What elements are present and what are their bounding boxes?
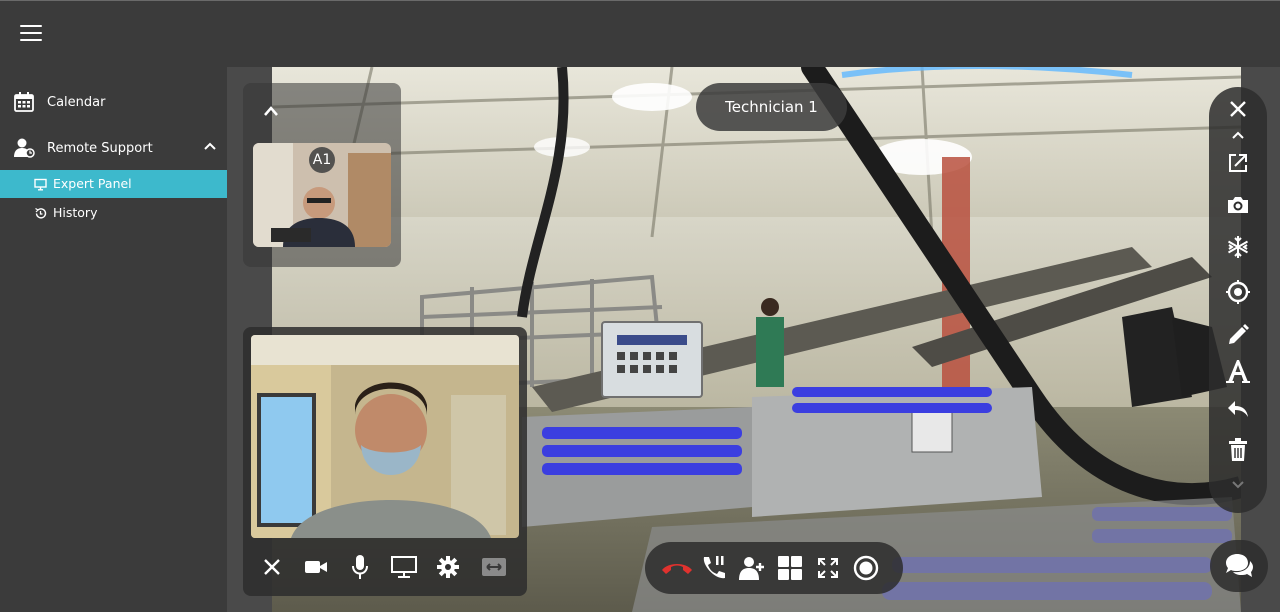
grid-layout-button[interactable]	[773, 548, 807, 588]
close-self-view-button[interactable]	[255, 547, 289, 587]
microphone-icon	[352, 555, 368, 579]
settings-icon	[437, 556, 459, 578]
annotation-toolbar	[1209, 87, 1267, 513]
hangup-icon	[662, 564, 692, 574]
hold-call-icon	[703, 556, 725, 579]
participant-badge: A1	[309, 147, 335, 173]
chevron-up-icon[interactable]	[263, 105, 279, 117]
sidebar-item-expert-panel[interactable]: Expert Panel	[0, 170, 227, 198]
history-icon	[35, 207, 47, 219]
add-participant-button[interactable]	[735, 548, 769, 588]
external-link-icon	[1229, 154, 1247, 172]
sidebar-item-label: History	[53, 205, 98, 220]
swap-view-button[interactable]	[477, 547, 511, 587]
delete-annotations-button[interactable]	[1224, 436, 1252, 464]
sidebar-item-remote-support[interactable]: Remote Support	[0, 135, 227, 161]
snapshot-icon	[1228, 197, 1248, 213]
record-button[interactable]	[849, 548, 883, 588]
scroll-up-button[interactable]	[1224, 127, 1252, 143]
draw-button[interactable]	[1224, 321, 1252, 349]
sidebar-item-history[interactable]: History	[0, 199, 227, 227]
grid-layout-icon	[778, 556, 802, 580]
hold-call-button[interactable]	[697, 548, 731, 588]
self-controls	[251, 547, 519, 587]
user-support-icon	[14, 138, 35, 158]
record-icon	[853, 555, 879, 581]
chat-button[interactable]	[1210, 540, 1268, 592]
sidebar-item-calendar[interactable]: Calendar	[0, 89, 227, 115]
close-icon	[264, 559, 280, 575]
add-user-icon	[739, 557, 764, 580]
pencil-icon	[1229, 324, 1249, 344]
freeze-frame-button[interactable]	[1224, 233, 1252, 261]
participant-thumbnails: A1	[243, 83, 401, 267]
self-video	[251, 335, 519, 538]
calendar-icon	[14, 92, 34, 112]
text-icon	[1226, 360, 1250, 383]
chevron-up-icon[interactable]	[203, 139, 217, 153]
chat-icon	[1226, 554, 1253, 577]
sidebar-item-label: Expert Panel	[53, 176, 132, 191]
snapshot-button[interactable]	[1224, 191, 1252, 219]
microphone-toggle-button[interactable]	[343, 547, 377, 587]
sidebar-item-label: Calendar	[47, 94, 106, 110]
close-annotation-button[interactable]	[1224, 95, 1252, 123]
video-call-area: Technician 1 A1	[227, 67, 1280, 612]
top-bar	[0, 0, 1280, 67]
menu-icon[interactable]	[20, 25, 42, 43]
camera-toggle-button[interactable]	[299, 547, 333, 587]
self-view-panel	[243, 327, 527, 596]
fullscreen-icon	[818, 558, 838, 578]
screen-share-button[interactable]	[387, 547, 421, 587]
pointer-icon	[1226, 280, 1250, 304]
close-icon	[1230, 101, 1246, 117]
chevron-down-icon	[1232, 481, 1244, 489]
monitor-icon	[34, 178, 47, 191]
sidebar-item-label: Remote Support	[47, 140, 153, 156]
undo-icon	[1228, 401, 1248, 417]
pop-out-button[interactable]	[1224, 149, 1252, 177]
sidebar: Calendar Remote Support Expert Panel His…	[0, 67, 227, 612]
pointer-button[interactable]	[1224, 278, 1252, 306]
screen-share-icon	[391, 556, 417, 578]
call-controls-bar	[645, 542, 903, 594]
participant-label: Technician 1	[696, 83, 847, 131]
undo-button[interactable]	[1224, 395, 1252, 423]
camera-icon	[305, 561, 327, 573]
settings-button[interactable]	[431, 547, 465, 587]
swap-icon	[482, 558, 506, 576]
scroll-down-button[interactable]	[1224, 477, 1252, 493]
fullscreen-button[interactable]	[811, 548, 845, 588]
hang-up-button[interactable]	[659, 548, 695, 588]
trash-icon	[1229, 438, 1247, 461]
chevron-up-icon	[1232, 131, 1244, 139]
freeze-icon	[1227, 236, 1249, 258]
text-tool-button[interactable]	[1224, 357, 1252, 385]
